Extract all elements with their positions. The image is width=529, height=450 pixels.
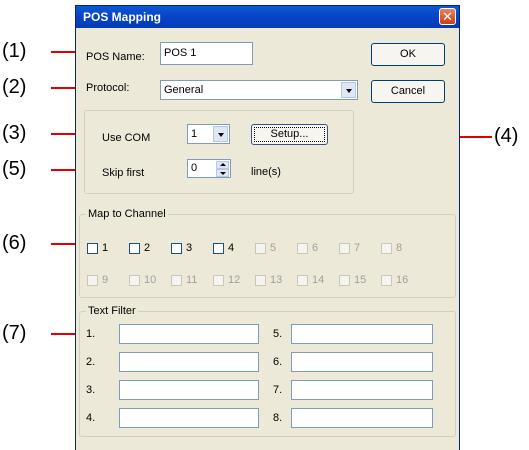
protocol-label: Protocol: [86,82,130,94]
channel-item-10: 10 [129,274,165,288]
text-filter-input-1[interactable] [119,324,259,344]
channel-label: 10 [144,274,157,286]
channel-label: 4 [228,242,235,254]
channel-item-11: 11 [171,274,207,288]
text-filter-label: 5. [273,328,283,340]
com-group [84,110,354,194]
title-bar[interactable]: POS Mapping ✕ [76,6,459,28]
channel-item-6: 6 [297,242,333,256]
channel-label: 1 [102,242,109,254]
spin-down-icon[interactable] [216,169,229,177]
channel-item-14: 14 [297,274,333,288]
text-filter-label: 1. [86,328,96,340]
channel-checkbox [255,275,266,286]
channel-label: 6 [312,242,319,254]
pos-name-input[interactable]: POS 1 [160,42,253,65]
com-port-value: 1 [191,128,198,140]
channel-label: 8 [396,242,403,254]
channel-checkbox [171,275,182,286]
channel-item-13: 13 [255,274,291,288]
text-filter-input-6[interactable] [291,352,433,372]
text-filter-label: 3. [86,384,96,396]
channel-item-4[interactable]: 4 [213,242,249,256]
spin-up-icon[interactable] [216,161,229,169]
skip-lines-input[interactable]: 0 [187,159,231,178]
channel-label: 16 [396,274,409,286]
callout-1: (1) [2,40,27,62]
channel-item-2[interactable]: 2 [129,242,165,256]
text-filter-label: 6. [273,356,283,368]
channel-label: 2 [144,242,151,254]
callout-4: (4) [494,125,519,147]
channel-item-15: 15 [339,274,375,288]
callout-6: (6) [2,232,27,254]
channel-item-16: 16 [381,274,417,288]
text-filter-input-7[interactable] [291,380,433,400]
setup-button[interactable]: Setup... [251,124,328,145]
callout-5: (5) [2,158,27,180]
channel-label: 15 [354,274,367,286]
channel-label: 14 [312,274,325,286]
map-to-channel-legend: Map to Channel [86,208,168,221]
protocol-select[interactable]: General [160,80,358,100]
protocol-value: General [164,84,204,96]
channel-checkbox[interactable] [171,243,182,254]
channel-label: 11 [186,274,198,286]
text-filter-input-4[interactable] [119,408,259,428]
channel-checkbox [87,275,98,286]
skip-lines-unit: line(s) [251,166,281,178]
channel-checkbox [297,243,308,254]
text-filter-legend: Text Filter [86,305,138,318]
channel-label: 13 [270,274,283,286]
channel-item-5: 5 [255,242,291,256]
channel-item-1[interactable]: 1 [87,242,123,256]
channel-item-8: 8 [381,242,417,256]
channel-checkbox [297,275,308,286]
callout-7: (7) [2,322,27,344]
text-filter-input-3[interactable] [119,380,259,400]
channel-item-7: 7 [339,242,375,256]
channel-label: 7 [354,242,361,254]
window-title: POS Mapping [83,10,161,24]
skip-lines-value: 0 [191,162,198,174]
callout-3: (3) [2,122,27,144]
channel-label: 3 [186,242,193,254]
channel-checkbox [255,243,266,254]
text-filter-label: 8. [273,412,283,424]
com-port-select[interactable]: 1 [187,124,230,144]
channel-label: 12 [228,274,241,286]
pos-mapping-dialog: POS Mapping ✕ POS Name: POS 1 OK Cancel … [75,5,460,450]
channel-checkbox[interactable] [213,243,224,254]
callout-2: (2) [2,76,27,98]
close-icon: ✕ [442,9,453,24]
channel-item-9: 9 [87,274,123,288]
text-filter-label: 7. [273,384,283,396]
channel-item-12: 12 [213,274,249,288]
text-filter-input-2[interactable] [119,352,259,372]
channel-item-3[interactable]: 3 [171,242,207,256]
text-filter-label: 4. [86,412,96,424]
channel-checkbox[interactable] [87,243,98,254]
close-button[interactable]: ✕ [439,8,456,25]
channel-label: 9 [102,274,109,286]
channel-label: 5 [270,242,277,254]
channel-checkbox [129,275,140,286]
channel-checkbox [339,275,350,286]
channel-checkbox [381,275,392,286]
ok-button[interactable]: OK [371,43,445,66]
channel-checkbox[interactable] [129,243,140,254]
channel-checkbox [339,243,350,254]
cancel-button[interactable]: Cancel [371,80,445,103]
skip-first-label: Skip first [102,167,145,179]
text-filter-input-5[interactable] [291,324,433,344]
text-filter-input-8[interactable] [291,408,433,428]
text-filter-label: 2. [86,356,96,368]
chevron-down-icon[interactable] [341,82,356,98]
channel-checkbox [213,275,224,286]
pos-name-label: POS Name: [86,51,145,63]
chevron-down-icon[interactable] [213,126,228,142]
use-com-label: Use COM [102,132,151,144]
channel-checkbox [381,243,392,254]
